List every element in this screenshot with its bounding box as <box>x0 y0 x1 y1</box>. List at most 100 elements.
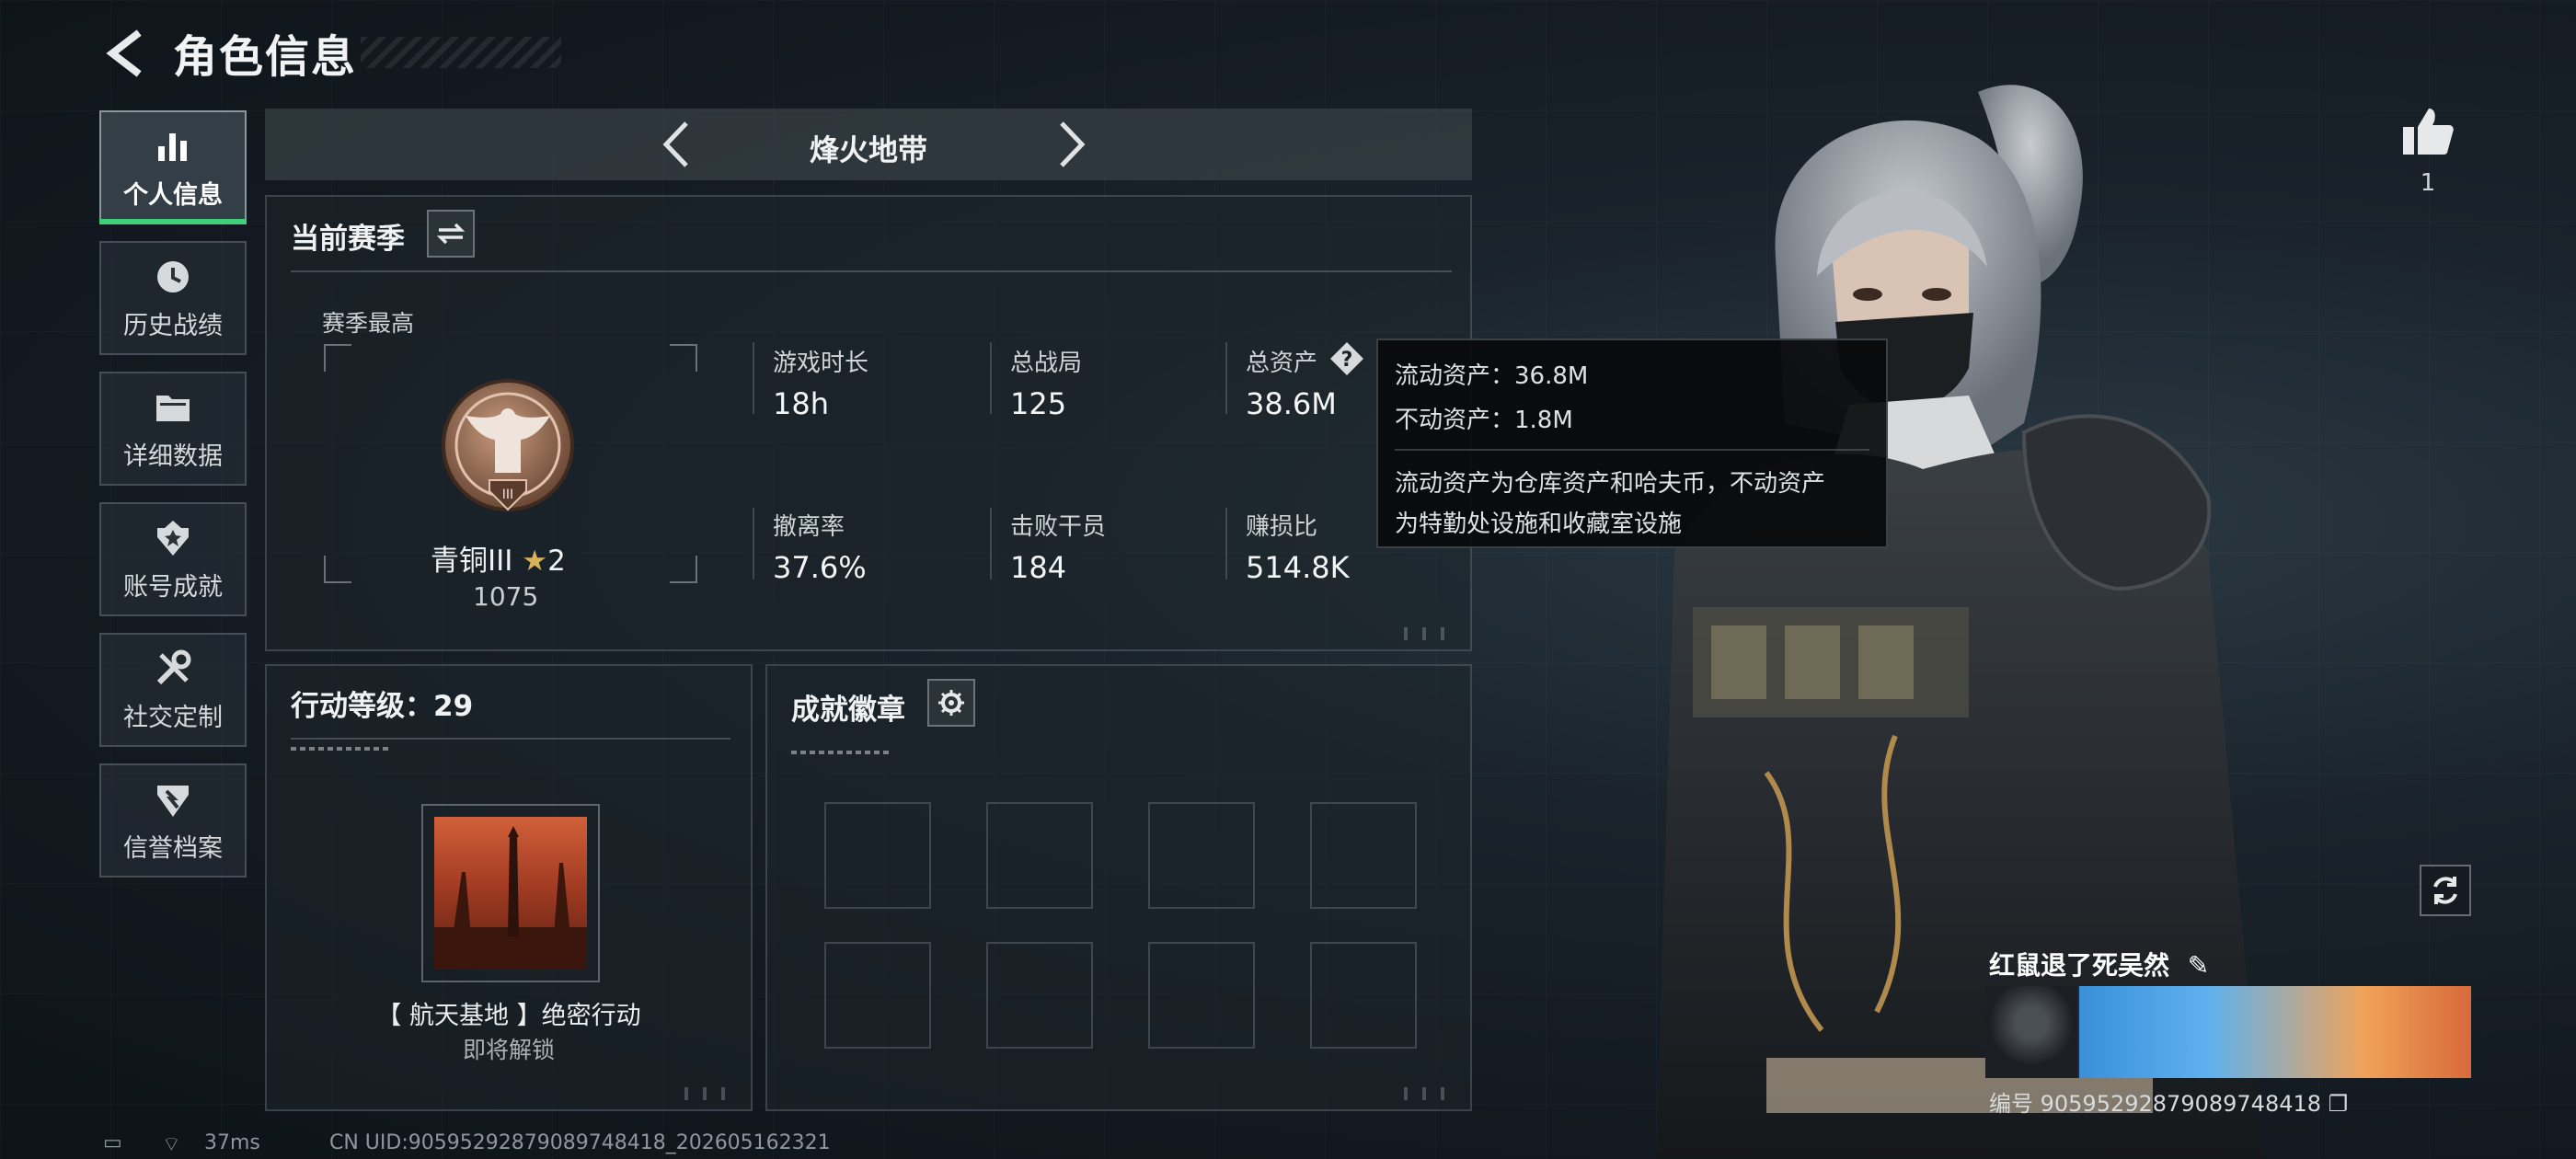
mission-status: 即将解锁 <box>462 1037 555 1063</box>
title-decoration <box>361 37 561 68</box>
stat-value-extract-rate: 37.6% <box>773 550 867 585</box>
rank-line: 青铜III ★2 <box>431 537 566 579</box>
sidebar-item-label: 历史战绩 <box>123 311 223 340</box>
mission-name: 【 航天基地 】绝密行动 <box>376 1002 641 1030</box>
folder-icon <box>152 386 194 429</box>
frame-corner <box>324 556 351 583</box>
mode-selector: 烽火地带 <box>265 109 1472 180</box>
tooltip-liquid-assets: 流动资产：36.8M <box>1395 362 1589 390</box>
stat-divider <box>1225 342 1227 414</box>
season-best-label: 赛季最高 <box>322 310 415 337</box>
stat-value-profit-loss: 514.8K <box>1246 550 1350 585</box>
season-title: 当前赛季 <box>291 223 405 256</box>
tooltip-divider <box>1395 449 1869 451</box>
season-divider <box>291 270 1452 272</box>
badge-slot[interactable] <box>824 942 931 1049</box>
badge-slot[interactable] <box>1310 942 1417 1049</box>
stat-divider <box>753 342 754 414</box>
swap-icon <box>437 223 465 245</box>
gear-icon <box>938 690 964 716</box>
tooltip-note-line-2: 为特勤处设施和收藏室设施 <box>1395 511 1683 538</box>
badge-slot[interactable] <box>986 942 1093 1049</box>
sidebar-item-achievements[interactable]: 账号成就 <box>99 502 247 616</box>
like-count: 1 <box>2420 169 2436 197</box>
bar-chart-icon <box>152 125 194 167</box>
bronze-rank-medal-icon: III <box>442 379 574 511</box>
achievement-icon <box>152 517 194 559</box>
next-mode-button[interactable] <box>1047 118 1098 171</box>
tools-icon <box>152 648 194 690</box>
stat-divider <box>990 508 992 580</box>
rotate-view-button[interactable] <box>2420 865 2471 916</box>
player-id: 编号 9059529287908974841​8 ❐ <box>1989 1085 2348 1118</box>
divider-accent <box>791 751 891 754</box>
sidebar-item-label: 社交定制 <box>123 703 223 732</box>
frame-corner <box>670 556 697 583</box>
divider-accent <box>291 747 390 751</box>
star-icon: ★ <box>522 545 548 578</box>
frame-corner <box>670 344 697 372</box>
badge-slot[interactable] <box>1148 802 1255 909</box>
assets-tooltip: 流动资产：36.8M 不动资产：1.8M 流动资产为仓库资产和哈夫币，不动资产 … <box>1376 339 1888 548</box>
sidebar-item-history[interactable]: 历史战绩 <box>99 241 247 355</box>
switch-season-button[interactable] <box>427 210 475 258</box>
badge-slot[interactable] <box>986 802 1093 909</box>
stat-label-playtime: 游戏时长 <box>773 350 869 377</box>
uid-text: CN UID:90595292879089748418_202605162321 <box>329 1131 831 1154</box>
rocket-launch-image <box>434 826 587 970</box>
player-name: 红鼠退了死吴然 ✎ <box>1989 946 2209 982</box>
refresh-icon <box>2433 877 2457 904</box>
sidebar-item-label: 信誉档案 <box>123 833 223 863</box>
action-divider <box>291 738 730 740</box>
stat-label-total-matches: 总战局 <box>1010 350 1083 377</box>
badge-settings-button[interactable] <box>927 679 975 727</box>
tooltip-note-line-1: 流动资产为仓库资产和哈夫币，不动资产 <box>1395 470 1826 498</box>
stat-value-total-matches: 125 <box>1010 386 1067 421</box>
stat-divider <box>1225 508 1227 580</box>
sidebar-item-label: 个人信息 <box>123 180 223 210</box>
svg-text:?: ? <box>1341 349 1353 372</box>
stat-value-total-assets: 38.6M <box>1246 386 1337 421</box>
svg-text:III: III <box>502 488 513 502</box>
page-title: 角色信息 <box>173 31 358 83</box>
rank-score: 1075 <box>473 581 539 612</box>
rank-name: 青铜III <box>431 545 513 578</box>
sidebar-item-details[interactable]: 详细数据 <box>99 372 247 486</box>
panel-corner-decoration <box>1404 627 1459 640</box>
sidebar-item-social[interactable]: 社交定制 <box>99 633 247 747</box>
badges-title: 成就徽章 <box>791 694 905 727</box>
stat-value-playtime: 18h <box>773 386 829 421</box>
sidebar-item-credit[interactable]: 信誉档案 <box>99 763 247 878</box>
help-icon[interactable]: ? <box>1328 340 1365 377</box>
stat-label-total-assets: 总资产 <box>1246 350 1318 377</box>
badge-slot[interactable] <box>824 802 931 909</box>
credit-icon <box>152 778 194 820</box>
panel-corner-decoration <box>684 1087 740 1100</box>
player-id-text: 编号 9059529287908974841​8 <box>1989 1091 2322 1117</box>
stat-divider <box>990 342 992 414</box>
tooltip-fixed-assets: 不动资产：1.8M <box>1395 407 1573 434</box>
copy-icon[interactable]: ❐ <box>2329 1091 2349 1117</box>
frame-corner <box>324 344 351 372</box>
sidebar-item-personal-info[interactable]: 个人信息 <box>99 110 247 224</box>
mode-title: 烽火地带 <box>809 132 927 167</box>
history-icon <box>152 256 194 298</box>
badge-slot[interactable] <box>1310 802 1417 909</box>
mission-thumbnail[interactable] <box>421 804 600 982</box>
battery-icon: ▭ <box>103 1131 122 1154</box>
sidebar-item-label: 详细数据 <box>123 442 223 471</box>
stat-label-profit-loss: 赚损比 <box>1246 513 1318 541</box>
back-button[interactable] <box>99 28 151 79</box>
edit-icon[interactable]: ✎ <box>2188 950 2209 981</box>
badge-slot[interactable] <box>1148 942 1255 1049</box>
stat-value-operators-defeated: 184 <box>1010 550 1067 585</box>
stat-divider <box>753 508 754 580</box>
avatar <box>1985 986 2077 1078</box>
ping-text: 37ms <box>204 1131 260 1154</box>
stat-label-extract-rate: 撤离率 <box>773 513 845 541</box>
thumbs-up-icon[interactable] <box>2399 103 2456 160</box>
sidebar-item-label: 账号成就 <box>123 572 223 602</box>
stat-label-operators-defeated: 击败干员 <box>1010 513 1107 541</box>
panel-corner-decoration <box>1404 1087 1459 1100</box>
player-name-text: 红鼠退了死吴然 <box>1989 950 2170 981</box>
